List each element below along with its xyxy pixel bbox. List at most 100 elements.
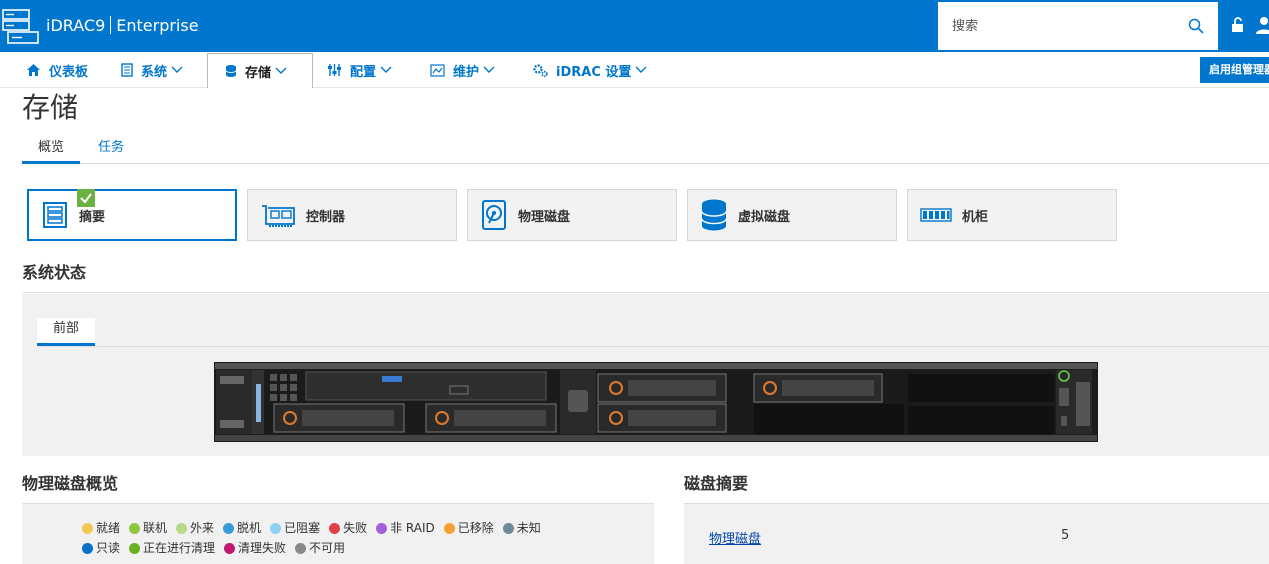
card-controller-label: 控制器 bbox=[306, 209, 346, 225]
search-box[interactable] bbox=[938, 2, 1218, 50]
nav-dashboard-label: 仪表板 bbox=[49, 64, 89, 80]
unlock-icon[interactable] bbox=[1229, 16, 1247, 34]
home-icon bbox=[27, 64, 40, 76]
legend-dot-icon bbox=[223, 522, 235, 534]
legend-list: 就绪 联机 外来 脱机 已阻塞 失败 非 RAID 已移除 未知只读 正在进行清理 清理失败 不可用 bbox=[82, 518, 602, 558]
page-title: 存储 bbox=[22, 91, 79, 124]
gears-icon bbox=[533, 64, 548, 77]
card-summary[interactable]: 摘要 bbox=[27, 189, 237, 241]
legend-label: 只读 bbox=[96, 541, 121, 555]
search-icon[interactable] bbox=[1188, 18, 1204, 34]
chart-icon bbox=[430, 63, 445, 77]
sliders-icon bbox=[328, 64, 341, 76]
top-bar: iDRAC9 Enterprise bbox=[0, 0, 1269, 52]
card-controller[interactable]: 控制器 bbox=[247, 189, 457, 241]
chevron-down-icon bbox=[171, 66, 183, 73]
search-input[interactable] bbox=[938, 2, 1168, 50]
legend-label: 失败 bbox=[343, 521, 368, 535]
enclosure-icon bbox=[920, 208, 952, 222]
server-front-image[interactable] bbox=[214, 362, 1098, 442]
legend-item: 未知 bbox=[502, 518, 541, 538]
disk-summary-panel: 物理磁盘 5 bbox=[684, 504, 1269, 564]
enable-group-manager-button[interactable]: 启用组管理器 bbox=[1200, 57, 1269, 83]
nav-maintenance[interactable]: 维护 bbox=[430, 52, 503, 88]
card-virtual-disk-label: 虚拟磁盘 bbox=[738, 209, 791, 225]
tab-front[interactable]: 前部 bbox=[37, 318, 95, 346]
nav-configuration-label: 配置 bbox=[350, 64, 377, 80]
card-physical-disk-label: 物理磁盘 bbox=[518, 209, 571, 225]
legend-dot-icon bbox=[82, 522, 93, 534]
controller-icon bbox=[262, 205, 295, 227]
card-virtual-disk[interactable]: 虚拟磁盘 bbox=[687, 189, 897, 241]
system-status-heading: 系统状态 bbox=[22, 263, 87, 282]
legend-item: 正在进行清理 bbox=[129, 538, 215, 558]
nav-storage-label: 存储 bbox=[245, 65, 272, 81]
tab-divider bbox=[37, 346, 1269, 347]
disk-status-legend: 就绪 联机 外来 脱机 已阻塞 失败 非 RAID 已移除 未知只读 正在进行清理 清理失败 不可用 bbox=[22, 504, 654, 564]
user-icon[interactable] bbox=[1255, 16, 1269, 34]
chevron-down-icon bbox=[483, 66, 495, 73]
brand-title: iDRAC9 Enterprise bbox=[46, 16, 199, 36]
legend-item: 外来 bbox=[176, 518, 214, 538]
tab-tasks[interactable]: 任务 bbox=[98, 138, 124, 158]
card-physical-disk[interactable]: 物理磁盘 bbox=[467, 189, 677, 241]
card-summary-label: 摘要 bbox=[79, 209, 106, 225]
nav-system[interactable]: 系统 bbox=[121, 52, 191, 88]
legend-label: 非 RAID bbox=[390, 521, 435, 535]
edition-name: Enterprise bbox=[116, 16, 199, 35]
idrac-logo-icon bbox=[2, 9, 39, 44]
card-enclosure[interactable]: 机柜 bbox=[907, 189, 1117, 241]
main-nav: 仪表板 系统 存储 配置 维护 iDRAC 设置 启用组管理器 bbox=[0, 52, 1269, 88]
legend-item: 联机 bbox=[129, 518, 167, 538]
legend-item: 就绪 bbox=[82, 518, 120, 538]
tab-overview[interactable]: 概览 bbox=[22, 138, 80, 164]
legend-item: 只读 bbox=[82, 538, 120, 558]
legend-dot-icon bbox=[443, 522, 455, 534]
server-icon bbox=[121, 63, 133, 77]
legend-label: 脱机 bbox=[237, 521, 262, 535]
database-icon bbox=[225, 65, 237, 77]
legend-label: 就绪 bbox=[96, 521, 121, 535]
legend-dot-icon bbox=[295, 542, 307, 554]
legend-dot-icon bbox=[129, 542, 141, 554]
nav-maintenance-label: 维护 bbox=[453, 64, 480, 80]
legend-label: 已移除 bbox=[457, 521, 494, 535]
legend-dot-icon bbox=[224, 542, 236, 554]
legend-label: 不可用 bbox=[309, 541, 346, 555]
legend-item: 已移除 bbox=[443, 518, 494, 538]
nav-configuration[interactable]: 配置 bbox=[327, 52, 400, 88]
chevron-down-icon bbox=[635, 66, 647, 73]
nav-idrac-settings-label: iDRAC 设置 bbox=[556, 64, 632, 80]
legend-dot-icon bbox=[82, 542, 93, 554]
system-status-panel: 前部 bbox=[22, 294, 1269, 456]
nav-storage[interactable]: 存储 bbox=[207, 53, 313, 88]
status-led bbox=[256, 384, 261, 422]
chevron-down-icon bbox=[275, 67, 287, 74]
legend-dot-icon bbox=[129, 522, 141, 534]
legend-dot-icon bbox=[329, 522, 341, 534]
page-tabs: 概览 任务 bbox=[22, 136, 1269, 164]
nav-system-label: 系统 bbox=[141, 64, 168, 80]
legend-item: 清理失败 bbox=[224, 538, 286, 558]
legend-item: 已阻塞 bbox=[270, 518, 320, 538]
physical-disks-count: 5 bbox=[1061, 528, 1070, 543]
product-name: iDRAC9 bbox=[46, 16, 106, 35]
physical-disks-link[interactable]: 物理磁盘 bbox=[709, 528, 761, 547]
disk-summary-heading: 磁盘摘要 bbox=[684, 474, 749, 493]
chevron-down-icon bbox=[380, 66, 392, 73]
legend-item: 非 RAID bbox=[376, 518, 435, 538]
summary-icon bbox=[43, 202, 67, 228]
legend-item: 不可用 bbox=[295, 538, 345, 558]
legend-label: 未知 bbox=[516, 521, 541, 535]
nav-idrac-settings[interactable]: iDRAC 设置 bbox=[533, 52, 655, 88]
legend-label: 外来 bbox=[190, 521, 215, 535]
legend-dot-icon bbox=[376, 522, 388, 534]
legend-item: 脱机 bbox=[223, 518, 261, 538]
nav-dashboard[interactable]: 仪表板 bbox=[26, 52, 88, 88]
physical-disk-overview-heading: 物理磁盘概览 bbox=[22, 474, 119, 493]
virtual-disk-icon bbox=[701, 199, 727, 231]
legend-item: 失败 bbox=[329, 518, 367, 538]
physical-disk-icon bbox=[482, 200, 506, 230]
legend-dot-icon bbox=[502, 522, 514, 534]
legend-label: 清理失败 bbox=[238, 541, 287, 555]
